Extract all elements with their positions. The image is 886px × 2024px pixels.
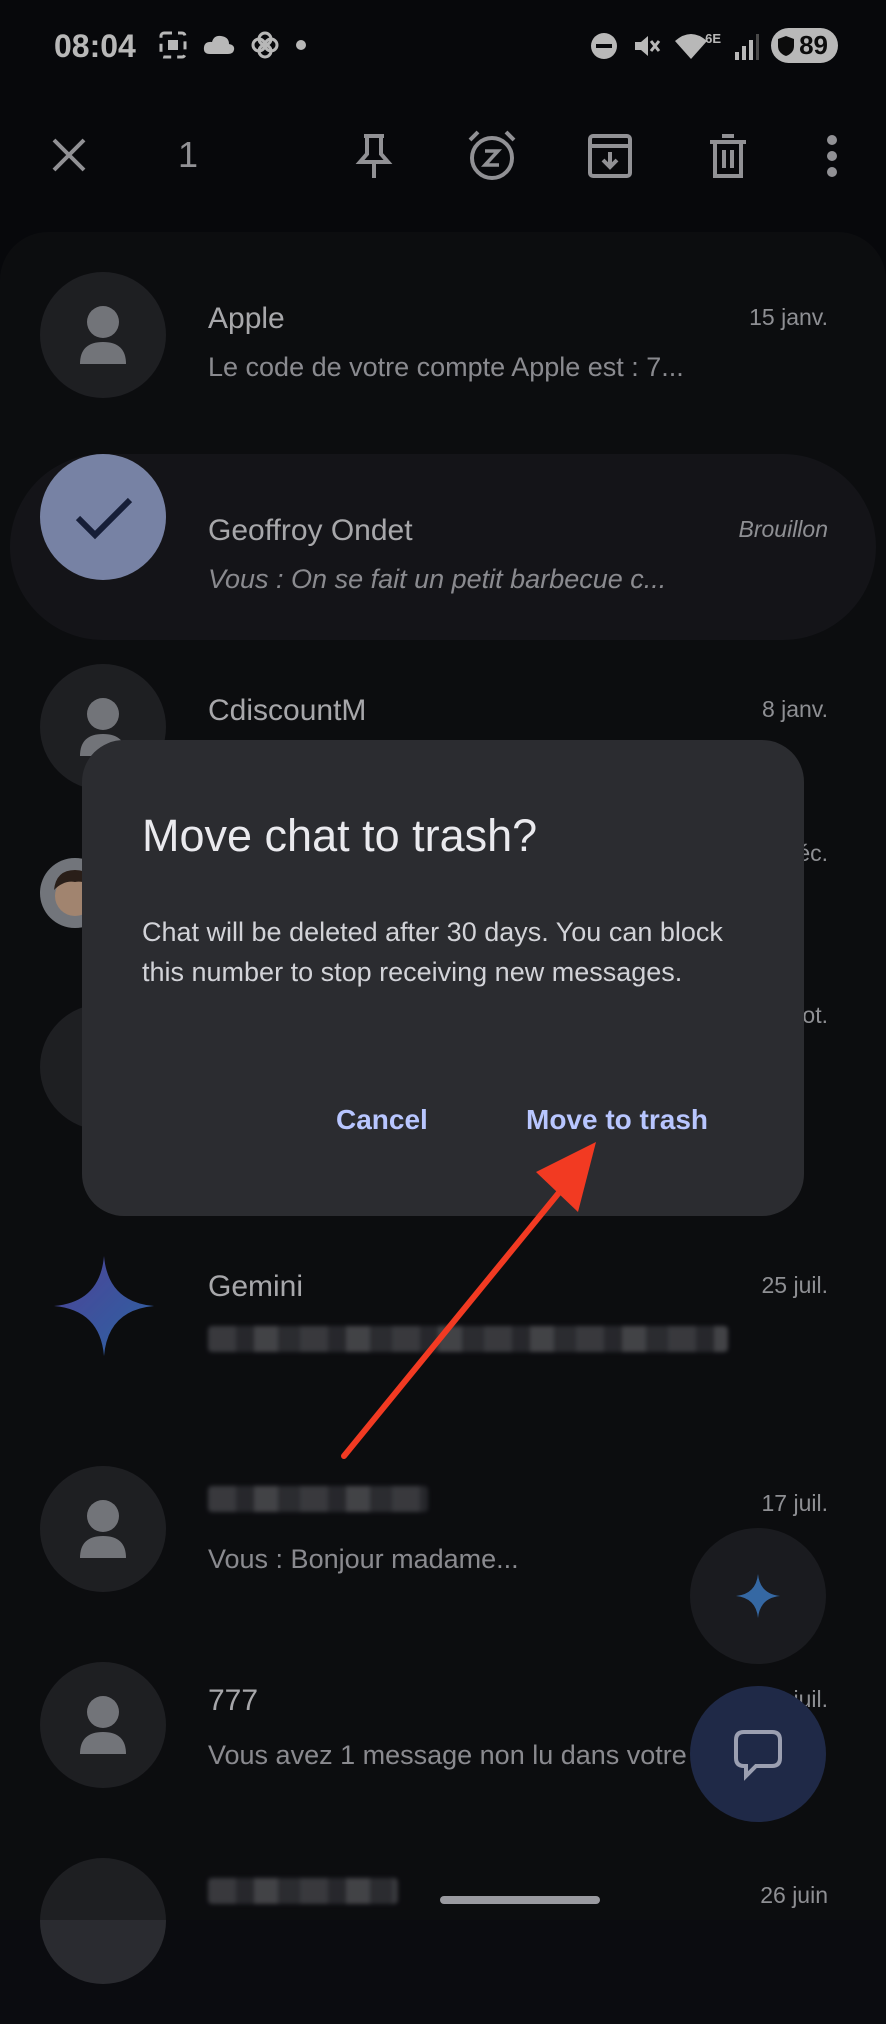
cancel-button[interactable]: Cancel	[336, 1104, 428, 1136]
home-indicator	[440, 1896, 600, 1904]
dialog-body: Chat will be deleted after 30 days. You …	[142, 917, 723, 987]
move-to-trash-dialog: Move chat to trash? Chat will be deleted…	[82, 740, 804, 1216]
dialog-title: Move chat to trash?	[142, 810, 538, 861]
move-to-trash-button[interactable]: Move to trash	[526, 1104, 708, 1136]
